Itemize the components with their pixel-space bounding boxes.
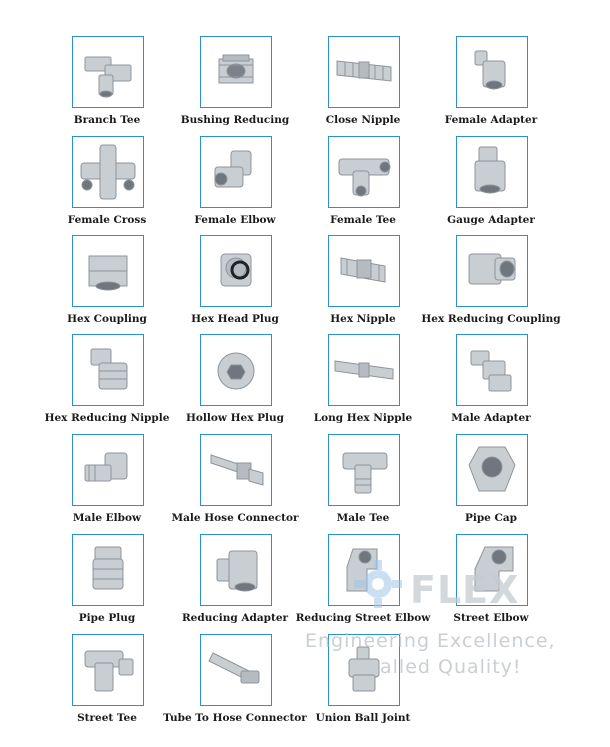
close-nipple-fitting-icon (328, 36, 400, 108)
fitting-label: Male Adapter (451, 412, 531, 424)
male-tee-fitting-icon (328, 434, 400, 506)
fitting-card[interactable]: Male Adapter (418, 334, 568, 434)
fitting-label: Pipe Cap (464, 512, 518, 524)
fitting-label: Female Adapter (444, 114, 538, 126)
long-hex-nipple-fitting-icon (328, 334, 400, 406)
female-adapter-fitting-icon (456, 36, 528, 108)
fitting-card[interactable]: Gauge Adapter (418, 136, 568, 236)
hex-reducing-nipple-fitting-icon (72, 334, 144, 406)
gear-logo-icon (354, 560, 402, 608)
watermark-tagline-2: alled Quality! (380, 656, 522, 678)
bushing-reducing-fitting-icon (200, 36, 272, 108)
gauge-adapter-fitting-icon (456, 136, 528, 208)
hollow-hex-plug-fitting-icon (200, 334, 272, 406)
hex-nipple-fitting-icon (328, 235, 400, 307)
male-hose-connector-fitting-icon (200, 434, 272, 506)
fitting-label: Hex Reducing Coupling (421, 313, 561, 325)
female-tee-fitting-icon (328, 136, 400, 208)
tube-to-hose-connector-fitting-icon (200, 634, 272, 706)
pipe-plug-fitting-icon (72, 534, 144, 606)
female-cross-fitting-icon (72, 136, 144, 208)
pipe-cap-fitting-icon (456, 434, 528, 506)
hex-head-plug-fitting-icon (200, 235, 272, 307)
fitting-card[interactable]: Pipe Cap (418, 434, 568, 534)
watermark-logo: FLEX (410, 568, 520, 612)
male-adapter-fitting-icon (456, 334, 528, 406)
fitting-card[interactable]: Hex Reducing Coupling (418, 235, 568, 335)
female-elbow-fitting-icon (200, 136, 272, 208)
fitting-card[interactable]: Female Adapter (418, 36, 568, 136)
fitting-label: Union Ball Joint (315, 712, 411, 724)
reducing-adapter-fitting-icon (200, 534, 272, 606)
branch-tee-fitting-icon (72, 36, 144, 108)
hex-coupling-fitting-icon (72, 235, 144, 307)
fitting-label: Gauge Adapter (447, 214, 535, 226)
hex-reducing-coupling-fitting-icon (456, 235, 528, 307)
watermark-tagline-1: Engineering Excellence, (305, 630, 556, 652)
street-tee-fitting-icon (72, 634, 144, 706)
fitting-label: Street Elbow (453, 612, 529, 624)
male-elbow-fitting-icon (72, 434, 144, 506)
